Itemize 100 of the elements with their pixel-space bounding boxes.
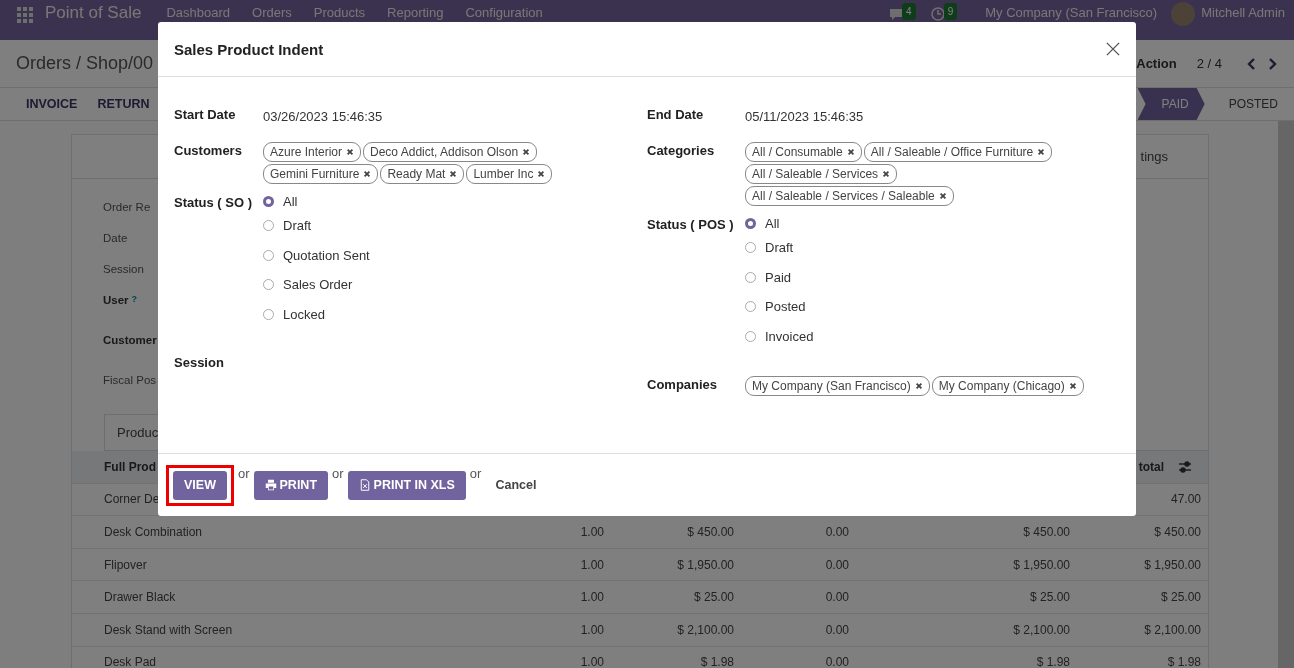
scrollbar[interactable]: [1278, 121, 1294, 668]
remove-icon[interactable]: [449, 170, 458, 178]
or-text: or: [237, 466, 250, 481]
table-cell-text: 1.00: [579, 590, 604, 605]
tag-chip[interactable]: All / Consumable: [745, 142, 862, 162]
tag-chip[interactable]: My Company (Chicago): [931, 376, 1084, 396]
field-label: Status ( SO ): [174, 194, 253, 210]
table-cell-text: $ 450.00: [1153, 525, 1201, 539]
tag-chip[interactable]: Deco Addict, Addison Olson: [363, 142, 538, 162]
field-label: Customer: [103, 334, 157, 346]
dialog-button[interactable]: PRINT: [253, 470, 328, 500]
table-cell-text: 0.00: [824, 590, 849, 605]
field-label: Customers: [174, 142, 243, 158]
date-value[interactable]: 03/26/2023 15:46:35: [263, 105, 383, 124]
table-cell-text: 1.00: [579, 525, 604, 539]
date-value[interactable]: 05/11/2023 15:46:35: [745, 105, 864, 124]
tag-chip[interactable]: Ready Mat: [380, 164, 465, 184]
dialog-button[interactable]: VIEW: [173, 470, 227, 500]
cancel-button[interactable]: Cancel: [485, 478, 547, 492]
table-cell-text: 0.00: [824, 622, 849, 637]
remove-icon[interactable]: [346, 148, 355, 156]
table-cell-text: $ 25.00: [692, 590, 734, 605]
remove-icon[interactable]: [363, 170, 372, 178]
remove-icon[interactable]: [846, 148, 855, 156]
printer-icon: [264, 479, 277, 491]
remove-icon[interactable]: [522, 148, 531, 156]
activity-count-badge: 9: [943, 3, 958, 20]
remove-icon[interactable]: [1037, 148, 1046, 156]
field-label: Session: [103, 263, 144, 275]
radio-label[interactable]: Invoiced: [765, 328, 814, 344]
field-label: Categories: [647, 142, 716, 158]
sheet-tab[interactable]: tings: [1140, 149, 1169, 164]
table-cell-text: Desk Combination: [103, 525, 204, 539]
radio-label[interactable]: Draft: [765, 240, 794, 256]
remove-icon[interactable]: [938, 192, 947, 200]
dialog-title: Sales Product Indent: [174, 40, 324, 58]
tag-chip[interactable]: All / Saleable / Services / Saleable: [745, 186, 954, 206]
radio-label[interactable]: Paid: [765, 269, 792, 285]
settings-sliders-icon[interactable]: [1178, 459, 1193, 474]
radio-button[interactable]: [263, 195, 274, 207]
radio-label[interactable]: Draft: [283, 218, 312, 234]
table-cell-text: $ 1.98: [699, 655, 734, 668]
action-button[interactable]: RETURN: [87, 97, 160, 111]
next-icon[interactable]: [1267, 56, 1278, 71]
close-icon[interactable]: [1106, 42, 1120, 56]
print-xls-button[interactable]: PRINT IN XLS: [347, 470, 466, 500]
field-label: Start Date: [174, 106, 237, 122]
tag-chip[interactable]: My Company (San Francisco): [745, 376, 930, 396]
remove-icon[interactable]: [914, 382, 923, 390]
tag-chip[interactable]: Lumber Inc: [466, 164, 553, 184]
table-cell-text: 0.00: [824, 557, 849, 572]
radio-label[interactable]: All: [765, 215, 780, 231]
table-cell-text: $ 1.98: [1166, 655, 1201, 668]
table-cell-text: 1.00: [579, 655, 604, 668]
previous-icon[interactable]: [1246, 56, 1257, 71]
breadcrumb[interactable]: Orders / Shop/00: [16, 53, 154, 74]
remove-icon[interactable]: [537, 170, 546, 178]
radio-label[interactable]: Quotation Sent: [283, 247, 370, 263]
radio-label[interactable]: Locked: [283, 306, 325, 322]
tag-chip[interactable]: Azure Interior: [263, 142, 362, 162]
table-cell-text: Drawer Black: [103, 590, 177, 605]
table-cell-text: Desk Pad: [103, 655, 158, 668]
chat-icon[interactable]: [888, 6, 905, 22]
table-cell-text: $ 25.00: [1159, 590, 1201, 605]
table-cell-text: Desk Stand with Screen: [103, 622, 234, 637]
tag-chip[interactable]: All / Saleable / Office Furniture: [863, 142, 1053, 162]
tag-chip[interactable]: Gemini Furniture: [263, 164, 379, 184]
field-label: Date: [103, 232, 128, 244]
table-cell-text: 47.00: [1169, 492, 1201, 507]
spreadsheet-file-icon: [358, 479, 371, 491]
radio-label[interactable]: All: [283, 193, 298, 209]
table-cell-text: $ 1.98: [1035, 655, 1070, 668]
clock-icon[interactable]: [929, 6, 946, 22]
field-label: Status ( POS ): [647, 216, 735, 232]
field-label: User: [103, 294, 129, 306]
table-cell-text: $ 2,100.00: [1143, 622, 1201, 637]
remove-icon[interactable]: [1068, 382, 1077, 390]
action-button[interactable]: INVOICE: [16, 97, 88, 111]
message-count-badge: 4: [902, 3, 916, 20]
field-label: Fiscal Pos: [103, 374, 157, 386]
apps-grid-icon[interactable]: [17, 7, 33, 23]
field-label: Session: [174, 354, 225, 370]
remove-icon[interactable]: [882, 170, 891, 178]
action-menu[interactable]: Action: [1136, 56, 1177, 71]
table-cell-text: $ 25.00: [1028, 590, 1070, 605]
or-text: or: [469, 466, 482, 481]
pager-value: 2 / 4: [1196, 56, 1222, 71]
table-cell-text: 0.00: [824, 525, 849, 539]
radio-label[interactable]: Posted: [765, 299, 806, 315]
radio-label[interactable]: Sales Order: [283, 277, 353, 293]
table-cell-text: $ 450.00: [686, 525, 734, 539]
table-cell-text: $ 450.00: [1022, 525, 1070, 539]
table-cell-text: $ 2,100.00: [1012, 622, 1070, 637]
table-cell-text: Flipover: [103, 557, 148, 572]
table-cell-text: Corner De: [103, 492, 161, 507]
column-header[interactable]: total: [1138, 459, 1179, 474]
table-cell-text: $ 1,950.00: [676, 557, 734, 572]
table-cell-text: 0.00: [824, 655, 849, 668]
tag-chip[interactable]: All / Saleable / Services: [745, 164, 898, 184]
radio-button[interactable]: [745, 217, 756, 229]
